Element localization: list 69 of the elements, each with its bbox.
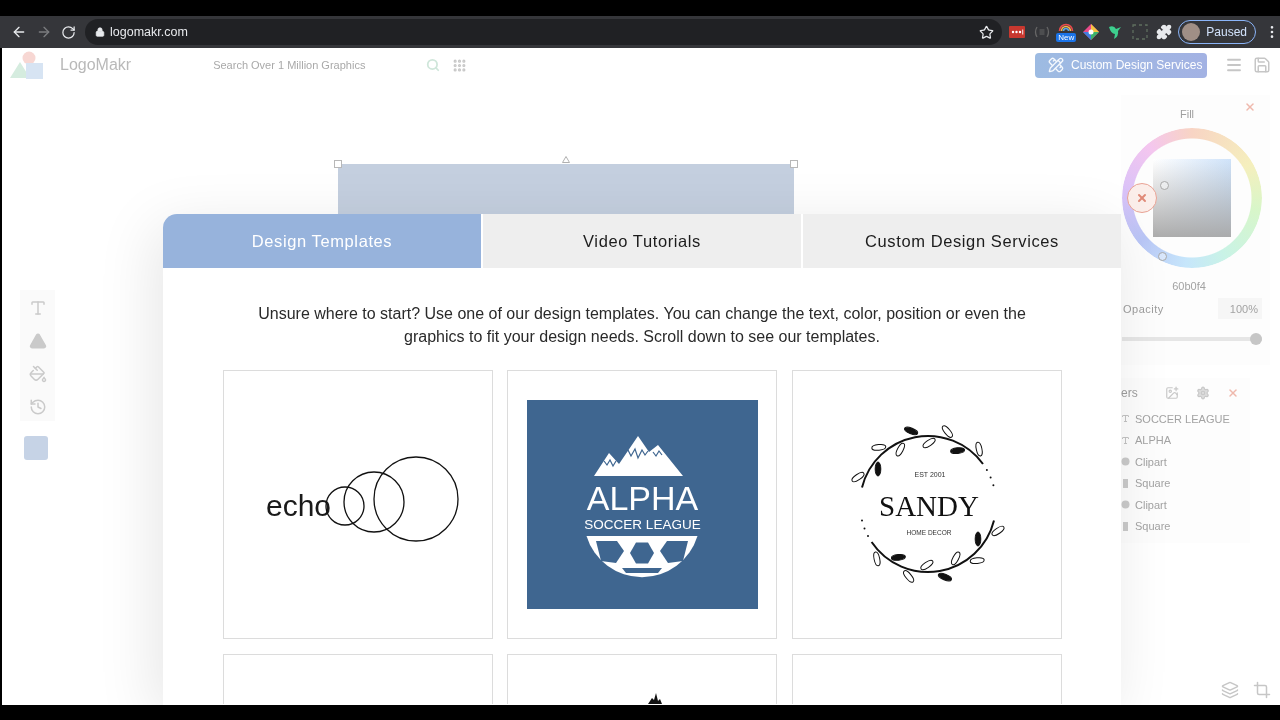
letter-t-icon: [1121, 435, 1130, 445]
back-icon[interactable]: [11, 24, 27, 40]
address-bar[interactable]: logomakr.com: [85, 19, 1003, 45]
reload-icon[interactable]: [61, 24, 76, 40]
history-icon[interactable]: [28, 398, 47, 416]
logo-title: ALPHA: [586, 479, 698, 517]
slider-thumb[interactable]: [1250, 333, 1262, 345]
image-plus-icon[interactable]: [1165, 386, 1179, 400]
profile-avatar: [1182, 23, 1201, 41]
square-icon: [1121, 521, 1130, 531]
logo-text: LogoMakr: [60, 56, 132, 74]
rainbow-icon[interactable]: [1058, 22, 1075, 31]
square-icon: [1121, 478, 1130, 488]
logo-icon: [10, 51, 44, 79]
logo-title: SANDY: [878, 490, 979, 522]
resize-handle[interactable]: [334, 160, 342, 168]
close-icon[interactable]: [1244, 101, 1256, 113]
opacity-field[interactable]: 100%: [1218, 298, 1262, 319]
search-field[interactable]: Search Over 1 Million Graphics: [203, 52, 424, 78]
services-button[interactable]: Custom Design Services: [1035, 52, 1207, 78]
layer-item[interactable]: Square: [1135, 477, 1171, 490]
settings-icon[interactable]: [1196, 386, 1210, 400]
layer-item[interactable]: Clipart: [1135, 455, 1167, 468]
template-card[interactable]: ALPHA SOCCER LEAGUE: [507, 370, 777, 639]
dark-peak-drawing: [648, 693, 662, 704]
layer-item[interactable]: ALPHA: [1135, 434, 1172, 447]
bird-icon[interactable]: [1107, 24, 1124, 40]
bracket-lines-icon[interactable]: [1033, 26, 1050, 38]
puzzle-icon[interactable]: [1156, 24, 1173, 40]
layers-icon[interactable]: [1221, 681, 1239, 699]
url-text: logomakr.com: [110, 25, 188, 39]
hex-value: 60b0f4: [1172, 280, 1206, 292]
close-icon[interactable]: [1227, 387, 1239, 399]
resize-handle[interactable]: [790, 160, 798, 168]
saturation-square[interactable]: [1153, 159, 1231, 237]
layer-item[interactable]: SOCCER LEAGUE: [1135, 412, 1230, 425]
search-icon[interactable]: [426, 58, 441, 72]
dashed-square-icon[interactable]: [1131, 24, 1148, 40]
circle-icon: [1121, 457, 1130, 467]
layer-item[interactable]: Square: [1135, 520, 1171, 533]
hue-handle[interactable]: [1157, 251, 1167, 261]
color-swatch-icon[interactable]: [24, 436, 48, 460]
crop-icon[interactable]: [1253, 681, 1271, 699]
layer-item[interactable]: Clipart: [1135, 498, 1167, 511]
logo-subtitle: SOCCER LEAGUE: [583, 517, 701, 532]
template-card[interactable]: [222, 654, 493, 704]
dots-tile-icon[interactable]: [1009, 26, 1026, 38]
triangle-icon[interactable]: [28, 332, 47, 350]
picker-handle[interactable]: [1159, 180, 1169, 190]
dialog-tab[interactable]: Custom Design Services: [803, 214, 1121, 268]
lock-icon: [95, 27, 105, 37]
intro-text: Unsure where to start? Use one of our design templates. You can change the text, color, position or even the graphics to fit your design needs. Scroll down to see our templates.: [257, 304, 1027, 347]
panel-title: ers: [1121, 386, 1138, 400]
dialog-tab[interactable]: Video Tutorials: [483, 214, 801, 268]
letter-t-icon[interactable]: [28, 299, 47, 317]
pencil-ruler-icon: [1048, 57, 1064, 73]
circle-icon: [1121, 500, 1130, 510]
paint-bucket-icon[interactable]: [28, 365, 47, 383]
save-icon[interactable]: [1253, 56, 1271, 74]
template-card[interactable]: [507, 654, 777, 704]
star-icon[interactable]: [979, 24, 995, 40]
template-card[interactable]: [791, 654, 1062, 704]
letter-t-icon: [1121, 414, 1130, 424]
opacity-label: Opacity: [1123, 302, 1164, 315]
grid-icon[interactable]: [452, 57, 468, 73]
panel-title: Fill: [1180, 107, 1195, 121]
close-icon: [1136, 192, 1148, 204]
dialog-tab[interactable]: Design Templates: [163, 214, 481, 268]
new-badge: New: [1056, 32, 1077, 42]
